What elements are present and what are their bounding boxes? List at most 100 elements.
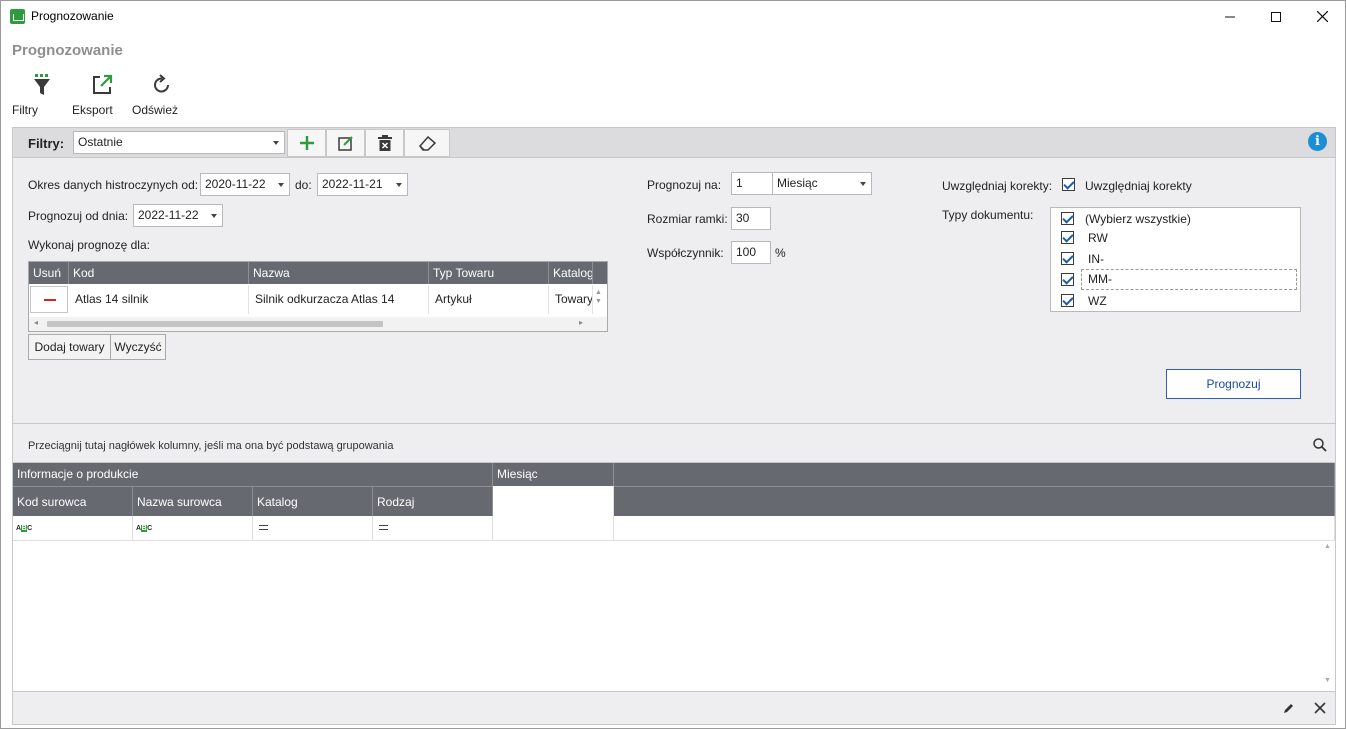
col-typ[interactable]: Typ Towaru bbox=[429, 262, 549, 284]
scroll-up-icon[interactable]: ▲ bbox=[1324, 543, 1331, 550]
doc-type-label: IN- bbox=[1088, 252, 1104, 266]
forecast-unit-value: Miesiąc bbox=[777, 176, 818, 190]
col-remove[interactable]: Usuń bbox=[29, 262, 69, 284]
corrections-checkbox[interactable] bbox=[1062, 178, 1075, 191]
export-icon bbox=[72, 71, 132, 99]
eraser-icon bbox=[419, 135, 437, 151]
factor-label: Współczynnik: bbox=[647, 246, 724, 260]
scroll-down-icon[interactable]: ▼ bbox=[1324, 677, 1331, 684]
doc-type-label: (Wybierz wszystkie) bbox=[1085, 212, 1191, 226]
filter-select[interactable]: Ostatnie bbox=[73, 131, 285, 154]
horizontal-scrollbar[interactable]: ◂ ▸ bbox=[29, 317, 607, 331]
forecast-on-input[interactable]: 1 bbox=[731, 172, 773, 195]
scroll-thumb[interactable] bbox=[47, 321, 383, 327]
filters-button[interactable]: Filtry bbox=[12, 71, 72, 121]
filter-cell-rodzaj[interactable] bbox=[373, 516, 493, 541]
edit-filter-button[interactable] bbox=[326, 129, 365, 157]
chevron-down-icon bbox=[278, 183, 284, 187]
filter-cell-empty bbox=[614, 516, 1335, 541]
doc-type-label: MM- bbox=[1081, 269, 1297, 290]
forecast-for-label: Wykonaj prognozę dla: bbox=[28, 238, 150, 252]
equals-filter-icon bbox=[259, 525, 268, 530]
delete-filter-button[interactable] bbox=[365, 129, 404, 157]
filter-cell-katalog[interactable] bbox=[253, 516, 373, 541]
vertical-scrollbar[interactable]: ▲ ▼ bbox=[1321, 541, 1335, 691]
band-product-info[interactable]: Informacje o produkcie bbox=[13, 463, 493, 486]
band-month[interactable]: Miesiąc bbox=[493, 463, 614, 486]
doc-type-checkbox[interactable] bbox=[1061, 294, 1074, 307]
close-icon[interactable] bbox=[1314, 702, 1326, 717]
factor-unit: % bbox=[775, 246, 786, 260]
col-nazwa[interactable]: Nazwa bbox=[249, 262, 429, 284]
history-to-date[interactable]: 2022-11-21 bbox=[317, 173, 408, 196]
products-grid: Usuń Kod Nazwa Typ Towaru Katalog Atlas … bbox=[28, 261, 608, 332]
export-button[interactable]: Eksport bbox=[72, 71, 132, 121]
forecast-from-date[interactable]: 2022-11-22 bbox=[133, 204, 223, 227]
filter-select-value: Ostatnie bbox=[78, 135, 123, 149]
page-title: Prognozowanie bbox=[12, 42, 123, 59]
maximize-icon bbox=[1271, 11, 1281, 22]
add-filter-button[interactable] bbox=[287, 129, 326, 157]
text-filter-icon: ABC bbox=[136, 525, 152, 532]
col-rodzaj[interactable]: Rodzaj bbox=[373, 486, 493, 516]
filter-header: Filtry: Ostatnie i bbox=[13, 128, 1335, 158]
info-icon[interactable]: i bbox=[1308, 132, 1327, 151]
doc-types-label: Typy dokumentu: bbox=[942, 208, 1034, 222]
refresh-button[interactable]: Odśwież bbox=[132, 71, 192, 121]
clear-filter-button[interactable] bbox=[404, 129, 450, 157]
close-window-button[interactable] bbox=[1299, 1, 1345, 32]
forecast-grid: Informacje o produkcie Miesiąc Kod surow… bbox=[12, 462, 1336, 692]
group-by-panel[interactable]: Przeciągnij tutaj nagłówek kolumny, jeśl… bbox=[12, 424, 1336, 462]
filter-panel: Filtry: Ostatnie i Okres danych histrocz… bbox=[12, 127, 1336, 424]
search-icon[interactable] bbox=[1313, 438, 1327, 455]
doc-types-list: (Wybierz wszystkie) RW IN- MM- WZ bbox=[1050, 207, 1301, 312]
chevron-down-icon bbox=[273, 141, 279, 145]
scroll-left-icon[interactable]: ◂ bbox=[34, 318, 38, 327]
add-icon bbox=[299, 136, 314, 150]
doc-type-checkbox[interactable] bbox=[1061, 252, 1074, 265]
minimize-button[interactable] bbox=[1207, 1, 1253, 32]
history-from-date[interactable]: 2020-11-22 bbox=[200, 173, 290, 196]
doc-type-checkbox[interactable] bbox=[1061, 273, 1074, 286]
frame-input[interactable]: 30 bbox=[731, 207, 771, 230]
col-katalog[interactable]: Katalog bbox=[253, 486, 373, 516]
col-empty bbox=[614, 486, 1335, 516]
products-grid-header: Usuń Kod Nazwa Typ Towaru Katalog bbox=[29, 262, 607, 284]
add-products-button[interactable]: Dodaj towary bbox=[28, 334, 111, 360]
col-nazwa-surowca[interactable]: Nazwa surowca bbox=[133, 486, 253, 516]
forecast-on-label: Prognozuj na: bbox=[647, 178, 722, 192]
window-title: Prognozowanie bbox=[31, 9, 114, 23]
forecast-from-value: 2022-11-22 bbox=[138, 208, 199, 222]
filter-cell-kod[interactable]: ABC bbox=[13, 516, 133, 541]
chevron-down-icon bbox=[396, 183, 402, 187]
app-basket-icon bbox=[10, 9, 25, 24]
pencil-icon[interactable] bbox=[1283, 702, 1295, 717]
doc-type-checkbox[interactable] bbox=[1061, 231, 1074, 244]
export-label: Eksport bbox=[72, 103, 113, 117]
filters-label: Filtry bbox=[12, 103, 38, 117]
remove-row-button[interactable] bbox=[30, 286, 68, 313]
title-bar: Prognozowanie bbox=[1, 1, 1345, 32]
minimize-icon bbox=[1225, 16, 1235, 17]
close-icon bbox=[1316, 11, 1328, 22]
history-label: Okres danych histroczynych od: bbox=[28, 178, 199, 192]
factor-input[interactable]: 100 bbox=[731, 241, 771, 264]
forecast-button[interactable]: Prognozuj bbox=[1166, 369, 1301, 399]
col-katalog[interactable]: Katalog bbox=[549, 262, 593, 284]
refresh-icon bbox=[132, 71, 192, 99]
col-kod[interactable]: Kod bbox=[69, 262, 249, 284]
clear-products-button[interactable]: Wyczyść bbox=[110, 334, 166, 360]
corrections-label: Uwzględniaj korekty: bbox=[942, 179, 1053, 193]
maximize-button[interactable] bbox=[1253, 1, 1299, 32]
filter-cell-nazwa[interactable]: ABC bbox=[133, 516, 253, 541]
doc-type-checkbox[interactable] bbox=[1061, 212, 1074, 225]
group-by-hint: Przeciągnij tutaj nagłówek kolumny, jeśl… bbox=[28, 440, 394, 452]
scroll-right-icon[interactable]: ▸ bbox=[579, 318, 583, 327]
forecast-from-label: Prognozuj od dnia: bbox=[28, 209, 129, 223]
history-from-value: 2020-11-22 bbox=[205, 177, 266, 191]
col-kod-surowca[interactable]: Kod surowca bbox=[13, 486, 133, 516]
forecast-unit-select[interactable]: Miesiąc bbox=[772, 172, 872, 195]
history-to-value: 2022-11-21 bbox=[322, 177, 383, 191]
edit-icon bbox=[337, 136, 353, 151]
grid-vscroll-arrows[interactable]: ▲ ▼ bbox=[595, 288, 602, 306]
